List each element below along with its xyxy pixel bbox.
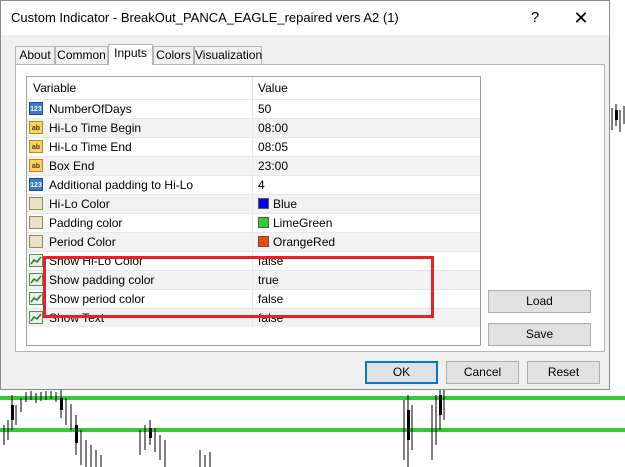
string-icon: ab <box>29 140 43 153</box>
close-icon[interactable]: ✕ <box>561 7 601 29</box>
grid-row[interactable]: ab Hi-Lo Time End 08:05 <box>27 137 480 157</box>
color-swatch <box>258 217 269 228</box>
ok-button[interactable]: OK <box>365 361 438 384</box>
color-value-label: OrangeRed <box>273 235 336 249</box>
window-title: Custom Indicator - BreakOut_PANCA_EAGLE_… <box>11 10 399 25</box>
chart-level-line <box>0 428 625 432</box>
integer-icon: 123 <box>29 102 43 115</box>
color-swatch <box>258 236 269 247</box>
row-value[interactable]: LimeGreen <box>258 216 332 230</box>
row-value[interactable]: Blue <box>258 197 297 211</box>
title-bar[interactable]: Custom Indicator - BreakOut_PANCA_EAGLE_… <box>1 1 609 35</box>
grid-header: Variable Value <box>27 77 480 99</box>
grid-row[interactable]: 123 NumberOfDays 50 <box>27 99 480 119</box>
grid-row[interactable]: Padding color LimeGreen <box>27 213 480 233</box>
row-variable: Padding color <box>49 216 123 230</box>
color-swatch <box>258 198 269 209</box>
reset-button[interactable]: Reset <box>527 361 600 384</box>
row-variable: Period Color <box>49 235 116 249</box>
row-value[interactable]: OrangeRed <box>258 235 335 249</box>
tab-colors[interactable]: Colors <box>153 46 194 64</box>
cancel-button[interactable]: Cancel <box>446 361 519 384</box>
help-button[interactable]: ? <box>515 7 555 29</box>
boolean-icon <box>29 273 43 286</box>
string-icon: ab <box>29 159 43 172</box>
string-icon: ab <box>29 121 43 134</box>
boolean-icon <box>29 254 43 267</box>
integer-icon: 123 <box>29 178 43 191</box>
custom-indicator-dialog: Custom Indicator - BreakOut_PANCA_EAGLE_… <box>0 0 610 390</box>
tab-inputs[interactable]: Inputs <box>108 44 153 65</box>
grid-row[interactable]: 123 Additional padding to Hi-Lo 4 <box>27 175 480 195</box>
tab-common[interactable]: Common <box>55 46 108 64</box>
grid-row[interactable]: Period Color OrangeRed <box>27 232 480 252</box>
row-value[interactable]: 23:00 <box>258 159 288 173</box>
color-icon <box>29 216 43 229</box>
grid-row[interactable]: ab Box End 23:00 <box>27 156 480 176</box>
grid-row[interactable]: ab Hi-Lo Time Begin 08:00 <box>27 118 480 138</box>
row-value[interactable]: 50 <box>258 102 271 116</box>
row-value[interactable]: 08:00 <box>258 121 288 135</box>
tab-visualization[interactable]: Visualization <box>194 46 262 64</box>
color-icon <box>29 235 43 248</box>
row-variable: Box End <box>49 159 95 173</box>
column-header-variable[interactable]: Variable <box>33 81 76 95</box>
row-variable: NumberOfDays <box>49 102 132 116</box>
save-button[interactable]: Save <box>488 323 591 346</box>
color-value-label: Blue <box>273 197 298 211</box>
boolean-icon <box>29 292 43 305</box>
column-header-value[interactable]: Value <box>258 81 288 95</box>
row-value[interactable]: 4 <box>258 178 265 192</box>
annotation-highlight-box <box>43 256 434 318</box>
row-variable: Hi-Lo Time End <box>49 140 132 154</box>
chart-level-line <box>0 396 625 400</box>
row-variable: Additional padding to Hi-Lo <box>49 178 194 192</box>
row-variable: Hi-Lo Time Begin <box>49 121 142 135</box>
boolean-icon <box>29 311 43 324</box>
row-variable: Hi-Lo Color <box>49 197 110 211</box>
load-button[interactable]: Load <box>488 290 591 313</box>
color-icon <box>29 197 43 210</box>
grid-row[interactable]: Hi-Lo Color Blue <box>27 194 480 214</box>
row-value[interactable]: 08:05 <box>258 140 288 154</box>
color-value-label: LimeGreen <box>273 216 333 230</box>
tab-about[interactable]: About <box>15 46 55 64</box>
